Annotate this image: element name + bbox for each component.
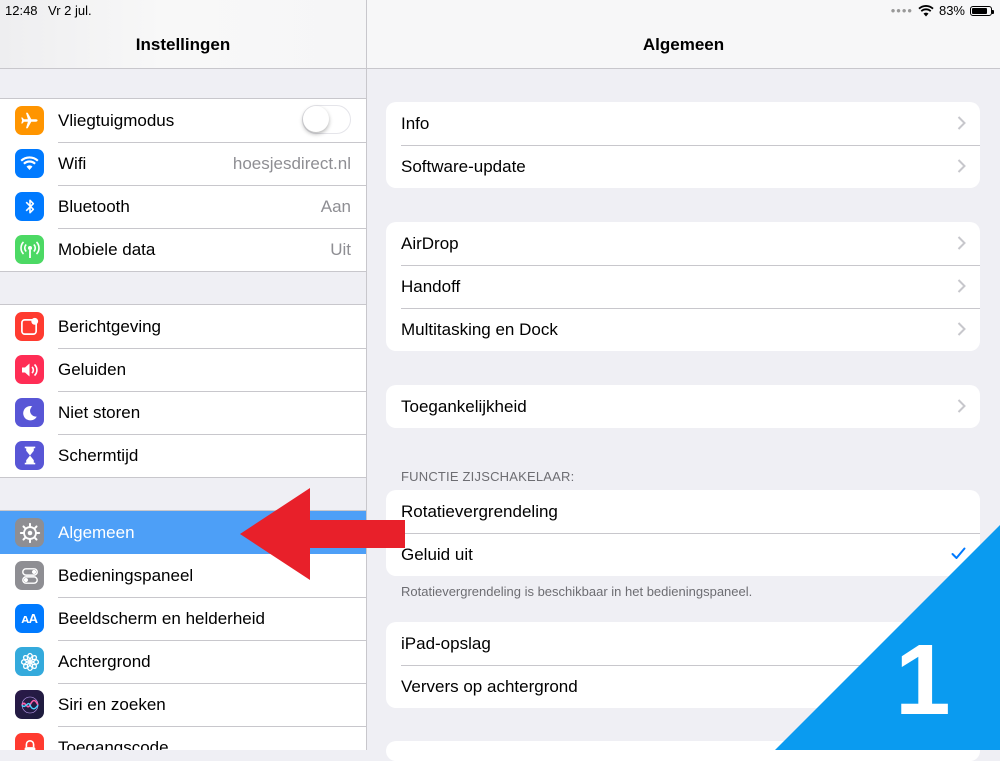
status-time: 12:48 <box>5 3 38 18</box>
sidebar-title: Instellingen <box>135 35 231 54</box>
sidebar-item-label: Achtergrond <box>58 651 151 671</box>
side-switch-section-header: FUNCTIE ZIJSCHAKELAAR: <box>401 469 575 484</box>
detail-item-label: iPad-opslag <box>401 633 491 653</box>
detail-item-multitasking[interactable]: Multitasking en Dock <box>386 308 980 351</box>
chevron-right-icon <box>957 322 966 336</box>
detail-item-label: Handoff <box>401 276 461 296</box>
sidebar-item-label: Vliegtuigmodus <box>58 110 175 130</box>
chevron-right-icon <box>957 279 966 293</box>
step-number: 1 <box>895 624 951 736</box>
settings-sidebar: Instellingen Vliegtuigmodus Wifi hoesjes… <box>0 0 367 750</box>
sidebar-item-label: Siri en zoeken <box>58 694 166 714</box>
sidebar-item-label: Bluetooth <box>58 196 130 216</box>
detail-group-info: Info Software-update <box>386 102 980 188</box>
sidebar-item-beeldscherm[interactable]: ᴀA Beeldscherm en helderheid <box>0 597 366 640</box>
battery-fill <box>972 7 987 14</box>
battery-percentage: 83% <box>938 3 965 18</box>
sidebar-item-label: Beeldscherm en helderheid <box>58 608 265 628</box>
cellular-icon <box>15 235 44 264</box>
moon-icon <box>15 398 44 427</box>
hourglass-icon <box>15 441 44 470</box>
detail-item-label: Multitasking en Dock <box>401 319 558 339</box>
sidebar-item-bluetooth[interactable]: Bluetooth Aan <box>0 185 366 228</box>
detail-item-info[interactable]: Info <box>386 102 980 145</box>
sidebar-item-toegangscode[interactable]: Toegangscode <box>0 726 366 750</box>
notifications-icon <box>15 312 44 341</box>
chevron-right-icon <box>957 399 966 413</box>
bluetooth-icon <box>15 192 44 221</box>
detail-item-airdrop[interactable]: AirDrop <box>386 222 980 265</box>
detail-item-handoff[interactable]: Handoff <box>386 265 980 308</box>
sidebar-item-label: Schermtijd <box>58 445 139 465</box>
sidebar-item-label: Niet storen <box>58 402 141 422</box>
sidebar-item-label: Algemeen <box>58 522 135 542</box>
detail-item-label: AirDrop <box>401 233 459 253</box>
detail-item-label: Info <box>401 113 430 133</box>
chevron-right-icon <box>957 159 966 173</box>
sidebar-group-notifications: Berichtgeving Geluiden Niet storen Scher… <box>0 304 366 478</box>
sidebar-item-label: Mobiele data <box>58 239 156 259</box>
detail-item-toegankelijkheid[interactable]: Toegankelijkheid <box>386 385 980 428</box>
detail-item-label: Geluid uit <box>401 544 473 564</box>
wallpaper-icon <box>15 647 44 676</box>
sidebar-item-label: Toegangscode <box>58 737 169 751</box>
wifi-icon <box>15 149 44 178</box>
sounds-icon <box>15 355 44 384</box>
toggle-knob <box>303 106 329 132</box>
sidebar-group-connectivity: Vliegtuigmodus Wifi hoesjesdirect.nl Blu… <box>0 98 366 272</box>
sidebar-item-label: Geluiden <box>58 359 127 379</box>
display-icon: ᴀA <box>15 604 44 633</box>
mobile-data-value: Uit <box>330 239 351 259</box>
status-right: •••• 83% <box>890 3 994 18</box>
detail-item-label: Ververs op achtergrond <box>401 676 578 696</box>
status-bar: 12:48 Vr 2 jul. •••• 83% <box>0 0 1000 22</box>
chevron-right-icon <box>957 236 966 250</box>
detail-item-software-update[interactable]: Software-update <box>386 145 980 188</box>
wifi-network-value: hoesjesdirect.nl <box>232 153 351 173</box>
detail-item-label: Rotatievergrendeling <box>401 501 558 521</box>
step-badge-triangle <box>775 525 1000 750</box>
sidebar-item-label: Bedieningspaneel <box>58 565 194 585</box>
sidebar-item-siri[interactable]: Siri en zoeken <box>0 683 366 726</box>
red-arrow-annotation <box>240 488 405 580</box>
sidebar-item-wifi[interactable]: Wifi hoesjesdirect.nl <box>0 142 366 185</box>
bluetooth-value: Aan <box>320 196 351 216</box>
signal-dots-icon: •••• <box>890 3 913 18</box>
siri-icon <box>15 690 44 719</box>
sidebar-item-vliegtuigmodus[interactable]: Vliegtuigmodus <box>0 99 366 142</box>
status-date: Vr 2 jul. <box>48 3 92 18</box>
sidebar-item-mobiele-data[interactable]: Mobiele data Uit <box>0 228 366 271</box>
chevron-right-icon <box>957 116 966 130</box>
airplane-mode-toggle[interactable] <box>302 105 351 134</box>
sidebar-item-schermtijd[interactable]: Schermtijd <box>0 434 366 477</box>
detail-item-label: Software-update <box>401 156 526 176</box>
side-switch-section-footer: Rotatievergrendeling is beschikbaar in h… <box>401 584 753 599</box>
airplane-icon <box>15 106 44 135</box>
display-icon-glyph: ᴀA <box>21 611 38 626</box>
sidebar-item-achtergrond[interactable]: Achtergrond <box>0 640 366 683</box>
control-center-icon <box>15 561 44 590</box>
detail-title: Algemeen <box>642 35 725 54</box>
gear-icon <box>15 518 44 547</box>
detail-item-label: Toegankelijkheid <box>401 396 527 416</box>
detail-group-continuity: AirDrop Handoff Multitasking en Dock <box>386 222 980 351</box>
battery-icon <box>970 5 994 16</box>
sidebar-item-niet-storen[interactable]: Niet storen <box>0 391 366 434</box>
wifi-status-icon <box>918 4 934 16</box>
sidebar-item-geluiden[interactable]: Geluiden <box>0 348 366 391</box>
sidebar-item-label: Wifi <box>58 153 87 173</box>
detail-group-accessibility: Toegankelijkheid <box>386 385 980 428</box>
sidebar-item-berichtgeving[interactable]: Berichtgeving <box>0 305 366 348</box>
sidebar-item-label: Berichtgeving <box>58 316 162 336</box>
lock-icon <box>15 733 44 750</box>
